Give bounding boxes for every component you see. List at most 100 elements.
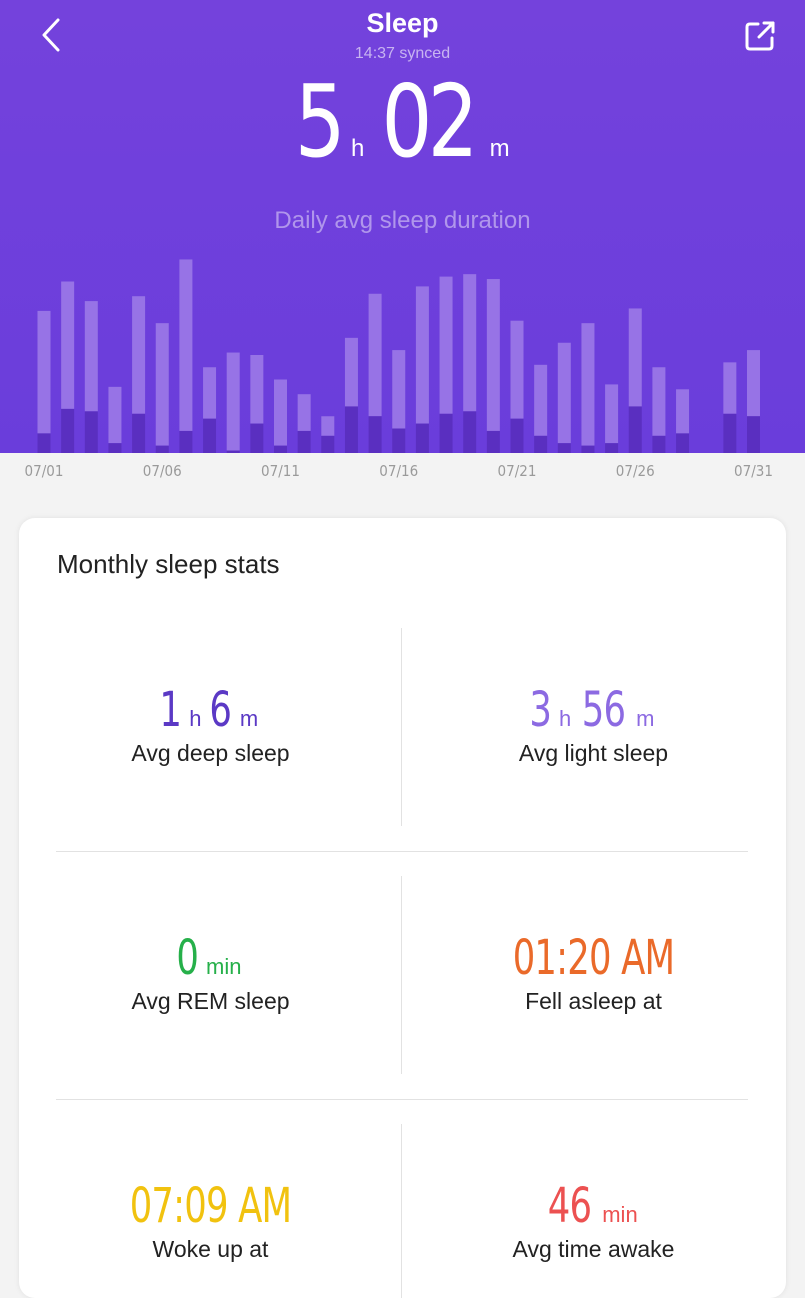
deep-sleep-bar[interactable] bbox=[155, 445, 169, 453]
light-sleep-bar[interactable] bbox=[61, 281, 75, 409]
hours-unit: h bbox=[351, 135, 365, 162]
deep-sleep-bar[interactable] bbox=[203, 418, 217, 453]
share-button[interactable] bbox=[738, 14, 782, 58]
deep-sleep-bar[interactable] bbox=[84, 411, 98, 453]
deep-sleep-value: 1h6m bbox=[19, 682, 402, 738]
light-hours-unit: h bbox=[558, 706, 572, 731]
deep-sleep-bar[interactable] bbox=[723, 413, 737, 453]
light-sleep-bar[interactable] bbox=[37, 310, 51, 434]
daily-sleep-chart[interactable] bbox=[0, 240, 805, 453]
light-sleep-bar[interactable] bbox=[486, 279, 500, 431]
duration-caption: Daily avg sleep duration bbox=[274, 207, 531, 234]
deep-sleep-bar[interactable] bbox=[368, 416, 382, 453]
deep-sleep-bar[interactable] bbox=[676, 433, 690, 453]
stat-fell-asleep: 01:20 AM Fell asleep at bbox=[402, 930, 785, 1015]
light-sleep-value: 3 h 56 m bbox=[402, 682, 785, 738]
light-sleep-bar[interactable] bbox=[652, 367, 666, 436]
light-sleep-bar[interactable] bbox=[747, 350, 760, 417]
light-sleep-bar[interactable] bbox=[297, 394, 311, 431]
awake-value: 46 bbox=[548, 1178, 592, 1234]
sync-status: 14:37 synced bbox=[354, 45, 451, 62]
deep-sleep-bar[interactable] bbox=[415, 423, 429, 453]
deep-minutes: 6 bbox=[209, 682, 233, 738]
share-icon bbox=[745, 21, 775, 51]
deep-sleep-bar[interactable] bbox=[321, 435, 335, 453]
deep-sleep-bar[interactable] bbox=[652, 435, 666, 453]
deep-sleep-bar[interactable] bbox=[37, 433, 51, 453]
light-sleep-bar[interactable] bbox=[581, 323, 595, 446]
light-sleep-bar[interactable] bbox=[155, 323, 169, 446]
light-sleep-bar[interactable] bbox=[605, 384, 619, 444]
light-sleep-bar[interactable] bbox=[368, 293, 382, 417]
light-sleep-bar[interactable] bbox=[628, 308, 642, 407]
light-sleep-bar[interactable] bbox=[463, 274, 477, 412]
fell-asleep-time: 01:20 AM bbox=[512, 930, 675, 986]
light-sleep-bar[interactable] bbox=[321, 416, 335, 436]
stat-rem-sleep: 0 min Avg REM sleep bbox=[19, 930, 402, 1015]
deep-sleep-bar[interactable] bbox=[439, 413, 453, 453]
x-tick-label: 07/16 bbox=[379, 462, 419, 480]
light-sleep-bar[interactable] bbox=[132, 296, 146, 414]
woke-up-label: Woke up at bbox=[152, 1236, 269, 1262]
light-sleep-bar[interactable] bbox=[179, 259, 193, 431]
time-awake-value: 46 min bbox=[402, 1178, 785, 1234]
deep-sleep-bar[interactable] bbox=[628, 406, 642, 453]
deep-sleep-bar[interactable] bbox=[108, 443, 122, 453]
light-sleep-bar[interactable] bbox=[108, 386, 122, 444]
deep-sleep-bar[interactable] bbox=[274, 445, 287, 453]
x-tick-label: 07/01 bbox=[24, 462, 64, 480]
light-minutes: 56 bbox=[581, 682, 626, 738]
rem-sleep-value: 0 min bbox=[19, 930, 402, 986]
deep-sleep-bar[interactable] bbox=[392, 428, 406, 454]
deep-sleep-bar[interactable] bbox=[297, 430, 311, 453]
deep-sleep-bar[interactable] bbox=[463, 411, 477, 453]
deep-sleep-bar[interactable] bbox=[581, 445, 595, 453]
card-title: Monthly sleep stats bbox=[57, 549, 280, 579]
deep-sleep-bar[interactable] bbox=[132, 413, 146, 453]
light-sleep-bar[interactable] bbox=[274, 379, 287, 446]
light-sleep-bar[interactable] bbox=[676, 389, 690, 434]
deep-sleep-bar[interactable] bbox=[179, 430, 193, 453]
deep-sleep-bar[interactable] bbox=[747, 416, 760, 453]
light-sleep-bar[interactable] bbox=[439, 276, 453, 414]
light-sleep-label: Avg light sleep bbox=[518, 740, 669, 766]
light-sleep-bar[interactable] bbox=[84, 301, 98, 412]
chart-x-axis: 07/01 07/06 07/11 07/16 07/21 07/26 07/31 bbox=[0, 453, 805, 495]
time-awake-label: Avg time awake bbox=[512, 1236, 675, 1262]
stat-light-sleep: 3 h 56 m Avg light sleep bbox=[402, 682, 785, 767]
monthly-stats-card: Monthly sleep stats 1h6m Avg deep sleep … bbox=[19, 518, 786, 1298]
light-sleep-bar[interactable] bbox=[415, 286, 429, 424]
light-sleep-bar[interactable] bbox=[723, 362, 737, 414]
deep-sleep-bar[interactable] bbox=[344, 406, 358, 453]
divider bbox=[56, 851, 748, 852]
rem-value: 0 bbox=[175, 930, 199, 986]
light-sleep-bar[interactable] bbox=[557, 342, 571, 444]
x-tick-label: 07/26 bbox=[615, 462, 655, 480]
stat-time-awake: 46 min Avg time awake bbox=[402, 1178, 785, 1263]
deep-sleep-label: Avg deep sleep bbox=[131, 740, 290, 766]
rem-unit: min bbox=[206, 954, 242, 979]
deep-minutes-unit: m bbox=[239, 706, 259, 731]
light-sleep-bar[interactable] bbox=[226, 352, 240, 451]
duration-hours: 5 bbox=[295, 63, 346, 180]
duration-minutes: 02 bbox=[381, 63, 479, 180]
sleep-header: Sleep 14:37 synced 5 h 02 m Daily avg sleep… bbox=[0, 0, 805, 453]
light-sleep-bar[interactable] bbox=[344, 337, 358, 407]
deep-sleep-bar[interactable] bbox=[510, 418, 524, 453]
deep-sleep-bar[interactable] bbox=[486, 430, 500, 453]
deep-sleep-bar[interactable] bbox=[250, 423, 264, 453]
stat-deep-sleep: 1h6m Avg deep sleep bbox=[19, 682, 402, 767]
awake-unit: min bbox=[602, 1202, 638, 1227]
light-sleep-bar[interactable] bbox=[250, 355, 264, 424]
light-sleep-bar[interactable] bbox=[534, 364, 548, 436]
light-sleep-bar[interactable] bbox=[510, 320, 524, 419]
deep-sleep-bar[interactable] bbox=[605, 443, 619, 453]
deep-sleep-bar[interactable] bbox=[534, 435, 548, 453]
light-sleep-bar[interactable] bbox=[203, 367, 217, 419]
deep-hours-unit: h bbox=[189, 706, 202, 731]
light-minutes-unit: m bbox=[636, 706, 655, 731]
deep-sleep-bar[interactable] bbox=[61, 408, 75, 453]
minutes-unit: m bbox=[489, 135, 510, 162]
light-sleep-bar[interactable] bbox=[392, 350, 406, 429]
deep-sleep-bar[interactable] bbox=[557, 443, 571, 453]
